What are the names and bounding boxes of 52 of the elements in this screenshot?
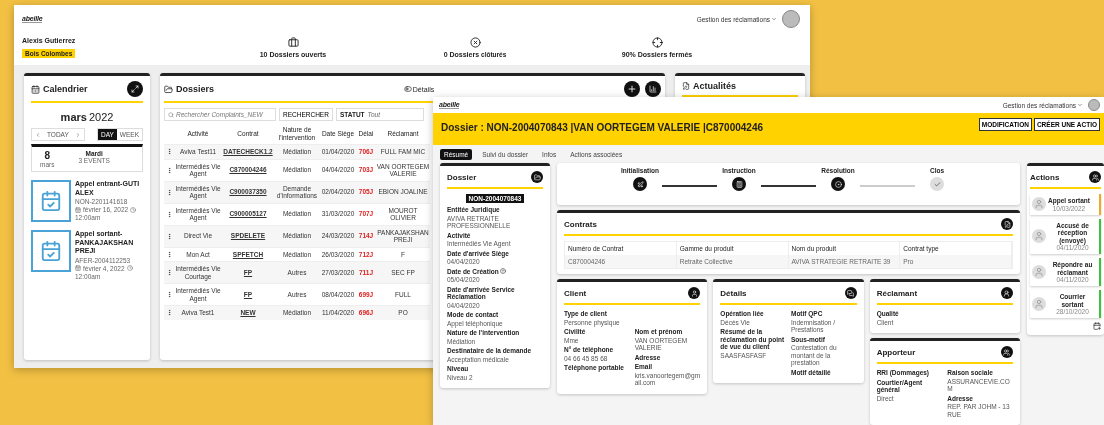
group-icon	[1001, 346, 1013, 358]
card-title: Calendrier	[31, 84, 88, 94]
folder-icon	[531, 171, 543, 183]
card-title: Contrats	[564, 219, 597, 229]
avatar	[1032, 229, 1046, 244]
month-label: mars	[60, 111, 87, 123]
card-title: Actions	[1030, 172, 1060, 182]
folder-icon	[164, 84, 173, 94]
file-edit-icon	[1001, 218, 1013, 230]
group-icon	[1089, 171, 1101, 183]
search-icon	[168, 111, 174, 118]
chart-button[interactable]	[645, 81, 661, 97]
person-icon	[1001, 287, 1013, 299]
chat-icon	[844, 287, 857, 299]
card-title: Dossier	[447, 172, 477, 182]
bar-chart-icon	[649, 85, 657, 93]
chevron-down-icon	[1077, 102, 1083, 108]
expand-button[interactable]	[127, 81, 143, 97]
add-button[interactable]	[624, 81, 640, 97]
user-icon	[688, 287, 701, 299]
page-title: Dossier : NON-2004070843 |VAN OORTEGEM VALERIE |C870004246	[441, 122, 764, 133]
day-number: 8	[44, 150, 50, 161]
clock-icon	[126, 265, 133, 271]
year-label: 2022	[88, 111, 114, 123]
plus-icon	[627, 84, 637, 94]
avatar	[1088, 99, 1100, 111]
calendar-icon	[75, 206, 81, 213]
avatar	[782, 10, 800, 28]
card-title: Réclamant	[876, 288, 918, 298]
avatar	[1032, 297, 1046, 311]
card-title: Dossiers	[164, 84, 215, 94]
crosshair-icon	[651, 36, 663, 48]
expand-icon	[131, 85, 139, 93]
calendar-check-icon	[31, 230, 71, 272]
close-circle-icon	[469, 36, 481, 48]
chevron-left-icon	[35, 131, 41, 138]
card-title: Client	[564, 288, 587, 298]
toggle-icon	[403, 85, 412, 93]
calendar-icon	[75, 265, 81, 271]
briefcase-icon	[287, 36, 299, 48]
chevron-down-icon	[771, 16, 777, 22]
card-title: Détails	[720, 288, 747, 298]
chevron-right-icon	[74, 131, 81, 138]
avatar	[1032, 265, 1046, 279]
calendar-add-icon[interactable]	[1093, 322, 1101, 330]
calendar-icon	[31, 84, 40, 94]
help-icon	[499, 268, 506, 275]
card-title: Actualités	[682, 81, 736, 91]
clock-icon	[130, 206, 137, 213]
calendar-check-icon	[31, 180, 71, 222]
avatar	[1032, 197, 1046, 212]
card-title: Apporteur	[876, 347, 916, 357]
